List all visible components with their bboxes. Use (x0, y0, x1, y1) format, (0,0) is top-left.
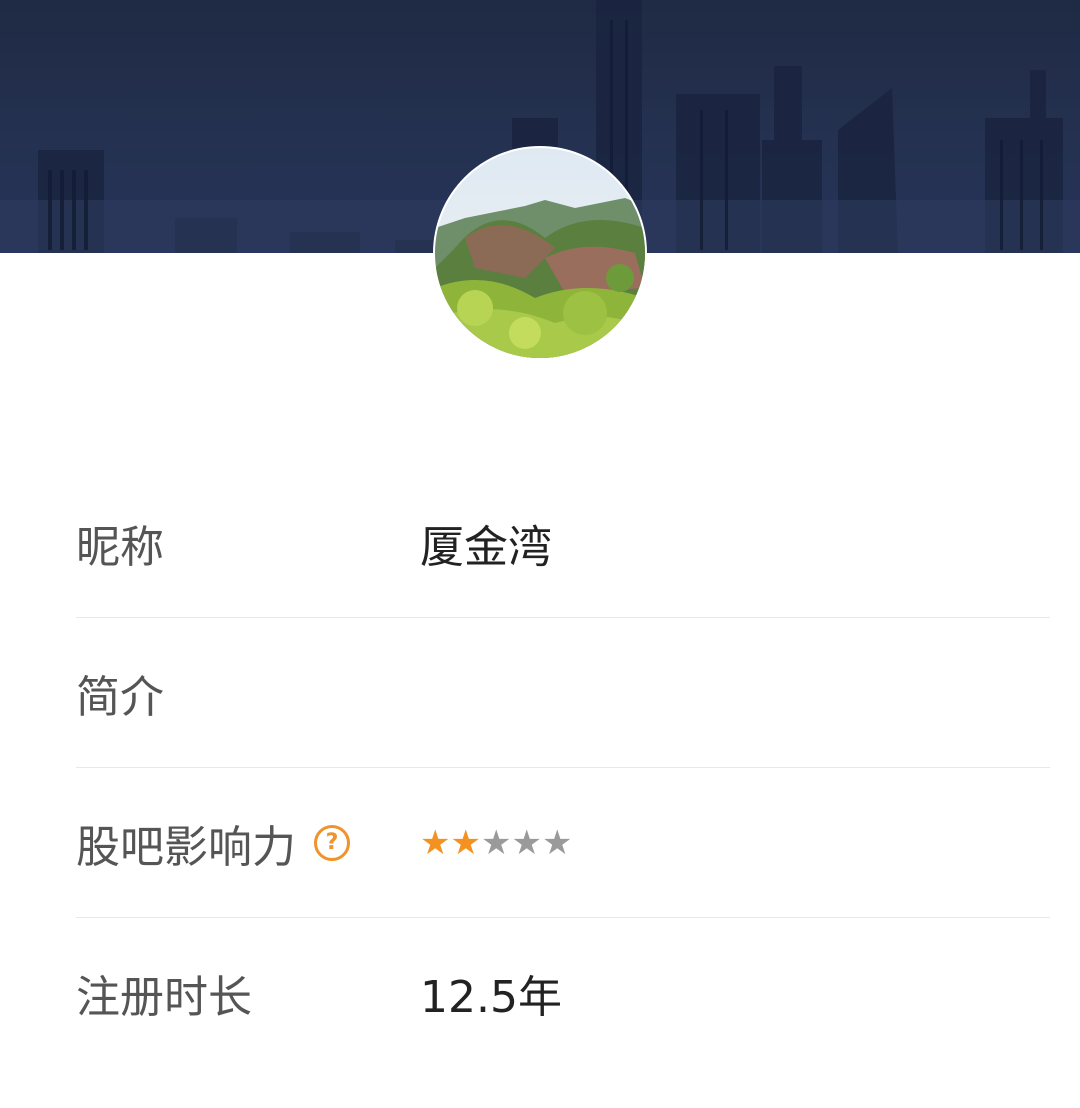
bio-row[interactable]: 简介 (76, 618, 1050, 768)
influence-row: 股吧影响力 ? ★ ★ ★ ★ ★ (76, 768, 1050, 918)
registration-label: 注册时长 (76, 972, 252, 1023)
profile-info-list: 昵称 厦金湾 简介 股吧影响力 ? ★ ★ ★ ★ ★ 注册时长 12.5年 (76, 468, 1050, 1068)
influence-label-group: 股吧影响力 ? (76, 811, 350, 875)
question-circle-icon[interactable]: ? (314, 824, 350, 861)
nickname-value: 厦金湾 (420, 521, 552, 573)
star-empty-icon: ★ (541, 822, 573, 863)
bio-label: 简介 (76, 671, 164, 723)
registration-row: 注册时长 12.5年 (76, 918, 1050, 1068)
star-filled-icon: ★ (450, 822, 481, 863)
profile-page: 昵称 厦金湾 简介 股吧影响力 ? ★ ★ ★ ★ ★ 注册时长 12.5年 (0, 0, 1080, 1108)
influence-label: 股吧影响力 (76, 821, 296, 873)
nickname-label: 昵称 (76, 521, 164, 573)
nickname-row[interactable]: 昵称 厦金湾 (76, 468, 1050, 618)
registration-value: 12.5年 (420, 972, 562, 1023)
star-empty-icon: ★ (480, 822, 512, 863)
star-filled-icon: ★ (420, 822, 451, 863)
influence-rating: ★ ★ ★ ★ ★ (420, 826, 572, 860)
avatar[interactable] (435, 148, 645, 358)
star-empty-icon: ★ (511, 822, 542, 863)
landscape-photo-icon (435, 148, 645, 358)
